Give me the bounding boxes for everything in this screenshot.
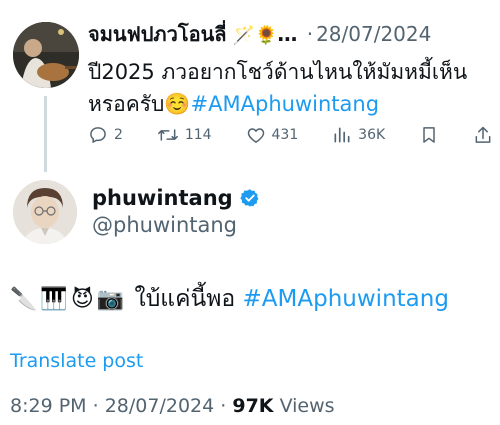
main-author-handle[interactable]: @phuwintang — [92, 213, 237, 237]
parent-text-line2: หรอครับ — [88, 92, 165, 116]
meta-separator: · — [92, 395, 99, 417]
parent-text-line1: ปี2025 ภวอยากโชว์ด้านไหนให้มัมหมี้เห็น — [88, 60, 468, 84]
like-button[interactable]: 431 — [246, 125, 299, 145]
parent-hashtag-link[interactable]: #AMAphuwintang — [191, 92, 379, 116]
smiling-emoji: ☺️ — [164, 92, 191, 116]
meta-separator: · — [220, 395, 227, 417]
name-ellipsis: … — [277, 22, 298, 46]
translate-post-link[interactable]: Translate post — [10, 350, 143, 372]
parent-author-name[interactable]: จมนฟปภวโอนลี่ — [88, 22, 227, 46]
main-author-avatar[interactable] — [13, 180, 77, 244]
piano-emoji: 🎹 — [40, 287, 68, 312]
tweet-metadata: 8:29 PM · 28/07/2024 · 97K Views — [10, 395, 335, 417]
tweet-time[interactable]: 8:29 PM — [10, 395, 87, 417]
reply-icon — [90, 127, 106, 143]
parent-text-line2-row: หรอครับ☺️#AMAphuwintang — [88, 88, 493, 120]
knife-emoji: 🔪 — [10, 287, 38, 312]
like-count: 431 — [271, 127, 299, 143]
camera-emoji: 📷 — [96, 287, 125, 312]
parent-tweet-text: ปี2025 ภวอยากโชว์ด้านไหนให้มัมหมี้เห็น ห… — [88, 56, 493, 120]
verified-badge-icon — [240, 189, 259, 207]
parent-tweet[interactable]: จมนฟปภวโอนลี่ 🪄🌻… · 28/07/2024 ปี2025 ภวอย… — [0, 0, 500, 172]
reply-count: 2 — [114, 127, 123, 143]
devil-emoji: 😈 — [70, 287, 94, 312]
tweet-date[interactable]: 28/07/2024 — [105, 395, 215, 417]
retweet-button[interactable]: 114 — [157, 125, 212, 145]
main-hashtag-link[interactable]: #AMAphuwintang — [243, 286, 449, 312]
analytics-icon — [334, 127, 350, 143]
parent-name-emoji: 🪄🌻 — [232, 25, 278, 46]
main-author-name-row: phuwintang — [92, 186, 260, 210]
tweet-views-label: Views — [279, 395, 335, 417]
retweet-count: 114 — [184, 127, 212, 143]
parent-tweet-header: จมนฟปภวโอนลี่ 🪄🌻… · 28/07/2024 — [88, 20, 493, 50]
parent-action-bar: 2 114 431 36K — [88, 122, 493, 148]
tweet-views-count: 97K — [232, 395, 274, 417]
avatar-photo-icon — [13, 180, 77, 244]
thread-connector-line — [44, 96, 47, 172]
heart-icon — [247, 128, 264, 143]
retweet-icon — [157, 129, 178, 141]
views-count: 36K — [358, 127, 386, 143]
avatar-photo-icon — [13, 22, 79, 88]
main-author-name[interactable]: phuwintang — [92, 186, 233, 210]
bookmark-button[interactable] — [419, 125, 439, 145]
header-separator: · — [306, 22, 314, 46]
parent-author-avatar[interactable] — [13, 22, 79, 88]
views-button[interactable]: 36K — [332, 125, 385, 145]
bookmark-icon — [423, 127, 435, 143]
main-tweet-body-text: ใบ้แค่นี้พอ — [134, 286, 236, 312]
main-tweet-text: 🔪 🎹 😈 📷 ใบ้แค่นี้พอ #AMAphuwintang — [10, 284, 490, 315]
reply-button[interactable]: 2 — [88, 125, 123, 145]
parent-tweet-date[interactable]: 28/07/2024 — [316, 22, 431, 46]
share-button[interactable] — [473, 125, 493, 145]
share-icon — [475, 126, 491, 143]
